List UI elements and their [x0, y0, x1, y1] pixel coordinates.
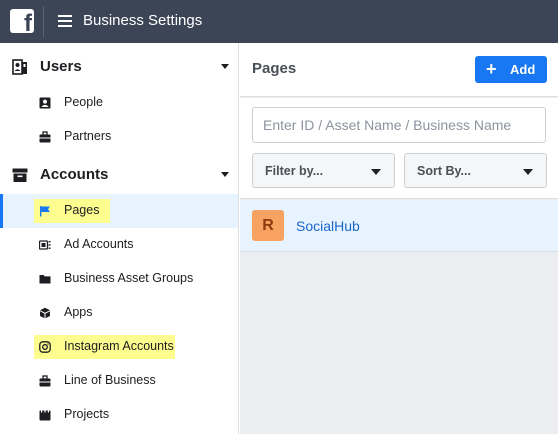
sidebar-item-label: People [64, 95, 103, 109]
ad-accounts-icon [39, 240, 51, 250]
caret-down-icon [371, 169, 381, 175]
sidebar-item-label: Line of Business [64, 373, 156, 387]
instagram-icon [39, 341, 51, 353]
sidebar-item-instagram-accounts[interactable]: Instagram Accounts [0, 330, 238, 364]
filter-dropdown-label: Filter by... [265, 164, 324, 178]
users-icon [12, 59, 27, 75]
panel-header: Pages + Add [240, 43, 558, 97]
archive-box-icon [12, 168, 28, 182]
sidebar-section-accounts[interactable]: Accounts [0, 158, 239, 192]
briefcase-icon [39, 375, 51, 387]
app-title: Business Settings [83, 12, 203, 29]
sidebar-item-people[interactable]: People [0, 86, 238, 120]
chevron-down-icon[interactable] [221, 172, 229, 177]
sidebar-item-pages[interactable]: Pages [0, 194, 238, 228]
facebook-logo-glyph: f [24, 10, 32, 34]
cube-icon [40, 307, 50, 319]
person-icon [39, 97, 51, 109]
divider [43, 6, 44, 37]
sidebar-item-label: Projects [64, 407, 110, 421]
sort-dropdown[interactable]: Sort By... [404, 153, 547, 188]
sidebar-item-label: Business Asset Groups [64, 271, 194, 285]
plus-icon: + [486, 59, 497, 79]
briefcase-icon [39, 131, 51, 143]
caret-down-icon [523, 169, 533, 175]
add-button[interactable]: + Add [475, 56, 547, 83]
sidebar-item-label: Instagram Accounts [64, 339, 174, 353]
sidebar-item-line-of-business[interactable]: Line of Business [0, 364, 238, 398]
page-title: Pages [252, 60, 297, 77]
sidebar-item-projects[interactable]: Projects [0, 398, 238, 432]
sidebar-item-partners[interactable]: Partners [0, 120, 238, 154]
sort-dropdown-label: Sort By... [417, 164, 471, 178]
projects-icon [39, 410, 51, 421]
flag-icon [40, 206, 50, 217]
sidebar-item-label: Partners [64, 129, 112, 143]
sidebar-item-ad-accounts[interactable]: Ad Accounts [0, 228, 238, 262]
sidebar-item-label: Pages [64, 203, 100, 217]
filter-toolbar: Filter by... Sort By... [240, 98, 558, 199]
filter-dropdown[interactable]: Filter by... [252, 153, 395, 188]
sidebar-section-users[interactable]: Users [0, 50, 239, 84]
page-avatar: R [252, 210, 284, 241]
search-input[interactable] [252, 107, 546, 143]
sidebar-section-label: Users [40, 58, 82, 75]
page-list-item[interactable]: R SocialHub [240, 200, 558, 252]
sidebar-item-label: Apps [64, 305, 93, 319]
folder-icon [39, 275, 51, 284]
main-panel: Pages + Add Filter by... Sort By... R So… [240, 43, 558, 434]
sidebar-item-label: Ad Accounts [64, 237, 134, 251]
facebook-logo[interactable]: f [10, 9, 34, 33]
sidebar-item-apps[interactable]: Apps [0, 296, 238, 330]
hamburger-menu-icon[interactable] [58, 15, 72, 27]
add-button-label: Add [510, 62, 536, 77]
sidebar: Users People Partners Accounts Pages Ad … [0, 43, 239, 434]
top-bar: f Business Settings [0, 0, 558, 43]
sidebar-section-label: Accounts [40, 166, 109, 183]
sidebar-item-business-asset-groups[interactable]: Business Asset Groups [0, 262, 238, 296]
page-name-link[interactable]: SocialHub [296, 218, 360, 234]
chevron-down-icon[interactable] [221, 64, 229, 69]
